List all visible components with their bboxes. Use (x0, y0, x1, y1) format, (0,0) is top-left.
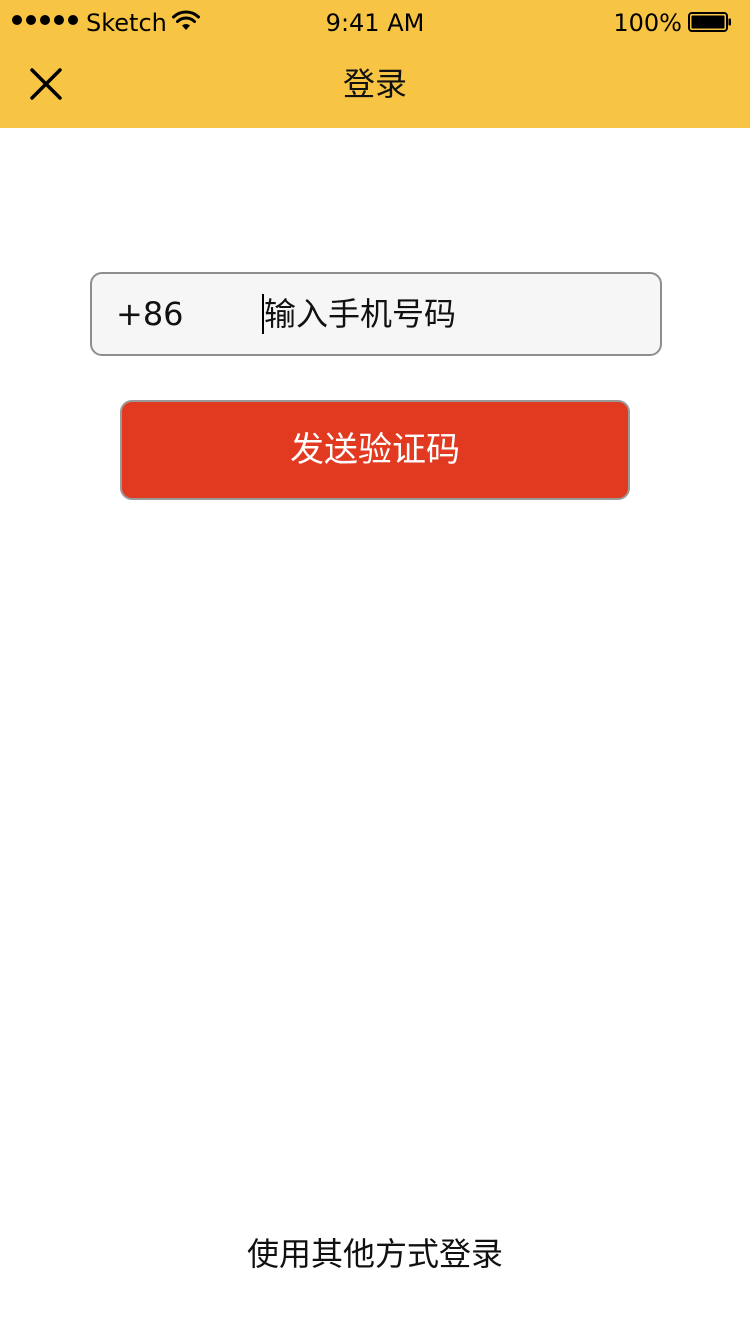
phone-field[interactable]: +86 (90, 272, 662, 356)
other-login-link[interactable]: 使用其他方式登录 (0, 1234, 750, 1274)
header: Sketch 9:41 AM 100% 登录 (0, 0, 750, 128)
battery-icon (688, 12, 731, 32)
page-title: 登录 (342, 65, 407, 103)
status-bar: Sketch 9:41 AM 100% (0, 0, 750, 44)
country-code-selector[interactable]: +86 (116, 294, 184, 334)
send-code-button[interactable]: 发送验证码 (120, 400, 630, 500)
nav-bar: 登录 (0, 44, 750, 128)
phone-number-input[interactable] (264, 288, 644, 340)
battery-percent: 100% (613, 9, 682, 37)
